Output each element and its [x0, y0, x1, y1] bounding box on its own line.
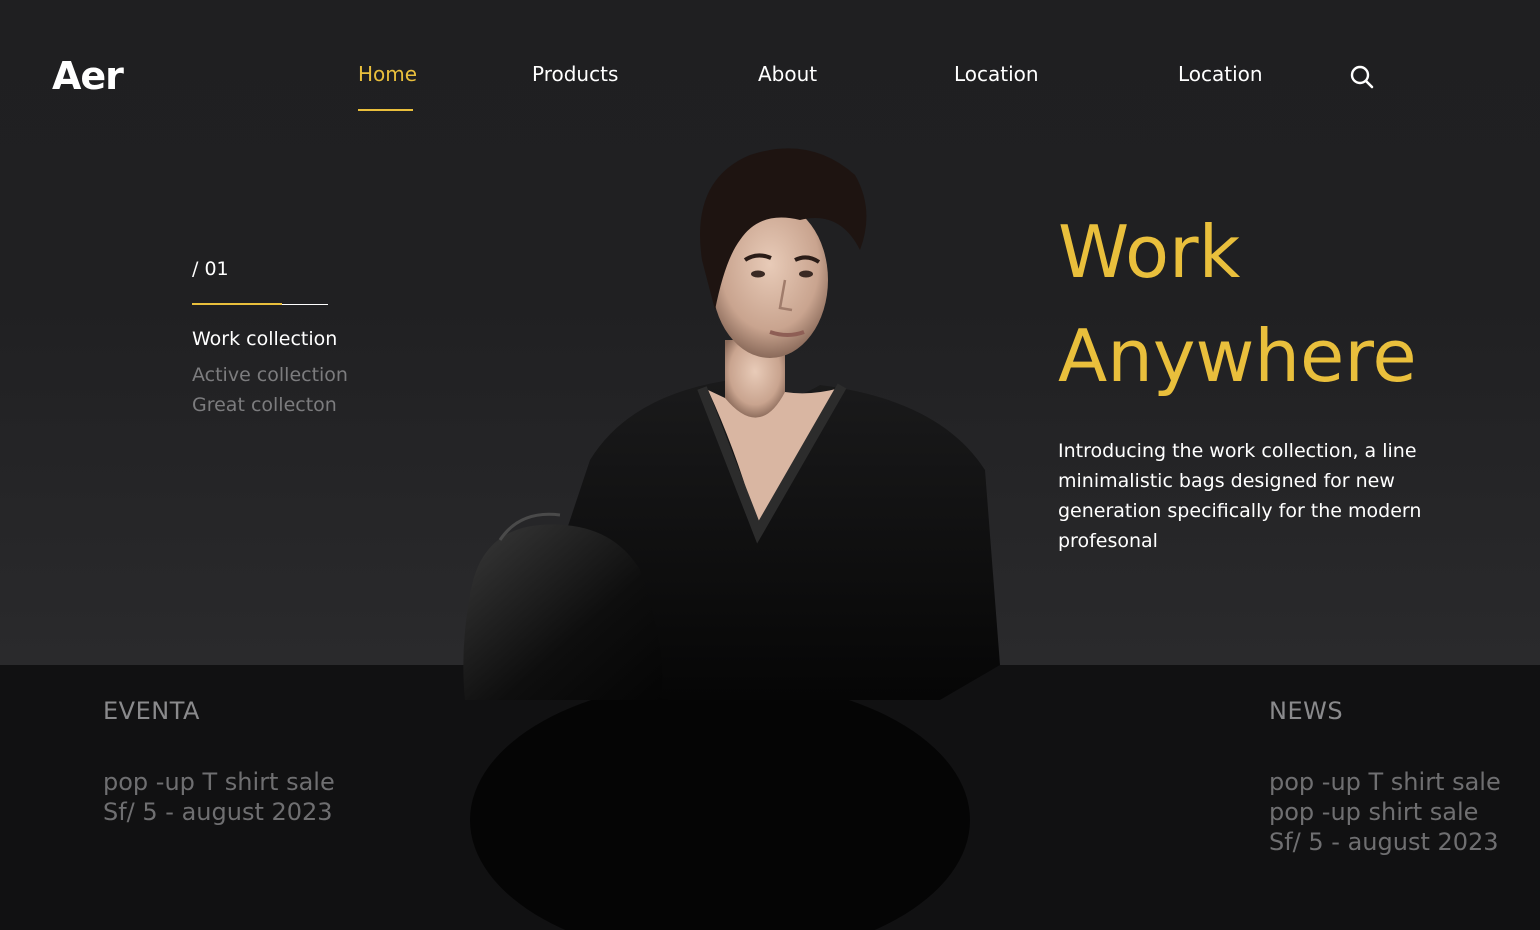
nav-item-location-2[interactable]: Location	[1178, 62, 1263, 86]
collection-item-active[interactable]: Active collection	[192, 364, 348, 386]
slide-index: / 01	[192, 258, 229, 280]
hero-model-image	[463, 148, 1000, 930]
events-title: EVENTA	[103, 697, 200, 725]
nav-active-underline	[358, 109, 413, 111]
news-line-1[interactable]: pop -up T shirt sale	[1269, 768, 1501, 796]
nav-item-home[interactable]: Home	[358, 62, 417, 86]
brand-logo[interactable]: Aer	[52, 54, 124, 98]
news-line-2[interactable]: pop -up shirt sale	[1269, 798, 1478, 826]
events-line-2: Sf/ 5 - august 2023	[103, 798, 333, 826]
nav-item-location[interactable]: Location	[954, 62, 1039, 86]
slide-progress-fill	[192, 303, 282, 305]
news-line-3: Sf/ 5 - august 2023	[1269, 828, 1499, 856]
events-line-1[interactable]: pop -up T shirt sale	[103, 768, 335, 796]
nav-item-products[interactable]: Products	[532, 62, 618, 86]
collection-item-work[interactable]: Work collection	[192, 328, 337, 350]
search-icon[interactable]	[1349, 64, 1375, 90]
slide-progress-track	[282, 304, 328, 305]
nav-item-about[interactable]: About	[758, 62, 817, 86]
hero-intro-text: Introducing the work collection, a line …	[1058, 440, 1422, 552]
hero-headline: Work Anywhere	[1058, 200, 1417, 408]
hero-headline-line1: Work	[1058, 210, 1241, 294]
news-title: NEWS	[1269, 697, 1344, 725]
hero-headline-line2: Anywhere	[1058, 314, 1417, 398]
collection-item-great[interactable]: Great collecton	[192, 394, 337, 416]
